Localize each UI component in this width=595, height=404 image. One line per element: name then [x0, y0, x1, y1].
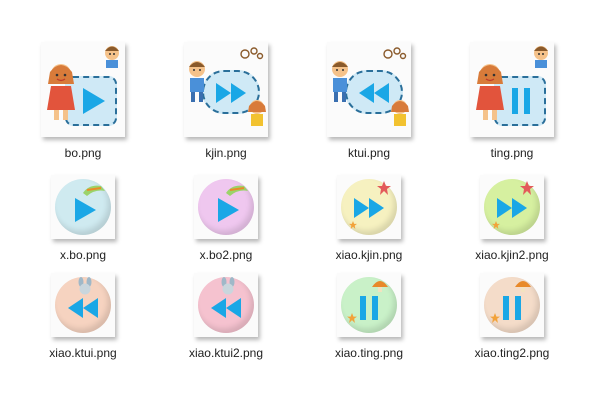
file-name: ktui.png	[347, 146, 391, 160]
fast-forward-icon	[497, 198, 527, 218]
file-item-xiao-kjin[interactable]: xiao.kjin.png	[309, 175, 429, 262]
rewind-icon	[68, 298, 98, 318]
play-icon	[218, 198, 239, 222]
child-illustration	[47, 64, 75, 120]
bunny-decoration	[221, 277, 235, 295]
file-item-kjin[interactable]: kjin.png	[166, 42, 286, 160]
file-name: x.bo.png	[59, 248, 107, 262]
child-illustration	[248, 100, 266, 126]
file-name: xiao.ting2.png	[474, 346, 550, 360]
thumbnail	[480, 273, 544, 337]
pause-icon	[512, 88, 530, 114]
thumbnail	[337, 273, 401, 337]
decoration	[83, 185, 105, 196]
star-decoration	[492, 221, 500, 229]
thumbnail	[51, 273, 115, 337]
file-item-xiao-ting[interactable]: xiao.ting.png	[309, 273, 429, 360]
pause-icon	[503, 296, 521, 320]
decoration	[226, 185, 248, 196]
thumbnail	[480, 175, 544, 239]
mushroom-decoration	[372, 281, 388, 292]
file-item-xiao-kjin2[interactable]: xiao.kjin2.png	[452, 175, 572, 262]
star-decoration	[349, 221, 357, 229]
fast-forward-icon	[216, 83, 246, 103]
thumbnail	[194, 175, 258, 239]
file-item-xiao-ting2[interactable]: xiao.ting2.png	[452, 273, 572, 360]
file-item-xiao-ktui[interactable]: xiao.ktui.png	[23, 273, 143, 360]
file-item-ting[interactable]: ting.png	[452, 42, 572, 160]
file-name: x.bo2.png	[199, 248, 253, 262]
child-illustration	[189, 61, 205, 102]
bunny-decoration	[78, 277, 92, 295]
file-name: xiao.kjin2.png	[475, 248, 549, 262]
file-item-ktui[interactable]: ktui.png	[309, 42, 429, 160]
file-name: xiao.ting.png	[334, 346, 404, 360]
file-grid: bo.png kjin.png ktui.png ting.png x.bo.p…	[0, 0, 595, 404]
star-decoration	[347, 313, 357, 323]
fast-forward-icon	[354, 198, 384, 218]
thumbnail	[41, 42, 125, 137]
pause-icon	[360, 296, 378, 320]
bubbles-decoration	[240, 47, 264, 60]
thumbnail	[337, 175, 401, 239]
play-icon	[83, 88, 105, 114]
thumbnail	[194, 273, 258, 337]
child-illustration	[105, 46, 119, 68]
rewind-icon	[359, 83, 389, 103]
star-decoration	[520, 181, 534, 195]
play-icon	[75, 198, 96, 222]
child-illustration	[534, 46, 548, 68]
file-name: xiao.ktui2.png	[188, 346, 264, 360]
file-name: xiao.kjin.png	[335, 248, 403, 262]
file-name: bo.png	[64, 146, 102, 160]
mushroom-decoration	[515, 281, 531, 292]
file-name: xiao.ktui.png	[49, 346, 117, 360]
child-illustration	[332, 61, 348, 102]
file-item-x-bo2[interactable]: x.bo2.png	[166, 175, 286, 262]
bubbles-decoration	[383, 47, 407, 60]
file-item-x-bo[interactable]: x.bo.png	[23, 175, 143, 262]
thumbnail	[327, 42, 411, 137]
rewind-icon	[211, 298, 241, 318]
file-item-bo[interactable]: bo.png	[23, 42, 143, 160]
thumbnail	[184, 42, 268, 137]
file-name: ting.png	[490, 146, 534, 160]
thumbnail	[470, 42, 554, 137]
child-illustration	[391, 100, 409, 126]
star-decoration	[490, 313, 500, 323]
star-decoration	[377, 181, 391, 195]
thumbnail	[51, 175, 115, 239]
file-name: kjin.png	[205, 146, 247, 160]
file-item-xiao-ktui2[interactable]: xiao.ktui2.png	[166, 273, 286, 360]
child-illustration	[476, 64, 504, 120]
